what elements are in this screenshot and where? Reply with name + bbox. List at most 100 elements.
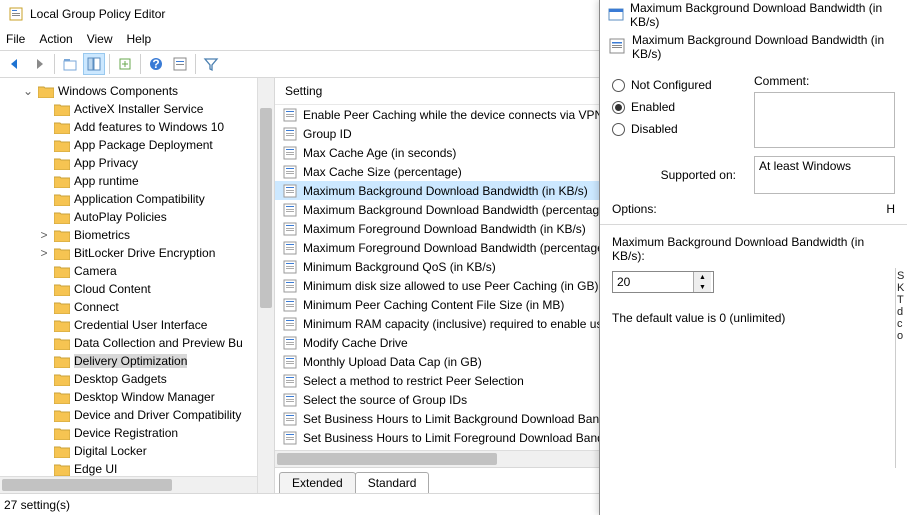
scroll-thumb[interactable]: [2, 479, 172, 491]
dialog-icon: [608, 6, 624, 25]
collapse-icon[interactable]: ⌄: [22, 84, 34, 98]
folder-icon: [54, 445, 70, 458]
help-button[interactable]: ?: [145, 53, 167, 75]
setting-icon: [283, 431, 297, 445]
setting-label: Monthly Upload Data Cap (in GB): [303, 355, 482, 369]
setting-label: Group ID: [303, 127, 352, 141]
statusbar-text: 27 setting(s): [4, 498, 70, 512]
tree-item-label: Edge UI: [74, 462, 117, 476]
setting-icon: [283, 298, 297, 312]
folder-icon: [54, 427, 70, 440]
radio-label: Not Configured: [631, 78, 712, 92]
radio-label: Enabled: [631, 100, 675, 114]
toolbar-separator: [54, 54, 55, 74]
back-button[interactable]: [4, 53, 26, 75]
menu-file[interactable]: File: [6, 32, 25, 46]
expand-icon[interactable]: >: [38, 246, 50, 260]
bandwidth-input[interactable]: [613, 272, 693, 292]
tree-item[interactable]: Application Compatibility: [0, 190, 274, 208]
comment-textarea[interactable]: [754, 92, 895, 148]
setting-label: Minimum disk size allowed to use Peer Ca…: [303, 279, 598, 293]
tree-item[interactable]: >Biometrics: [0, 226, 274, 244]
radio-icon: [612, 101, 625, 114]
tree-item[interactable]: AutoPlay Policies: [0, 208, 274, 226]
expand-icon[interactable]: >: [38, 228, 50, 242]
bandwidth-spinner[interactable]: ▲ ▼: [612, 271, 714, 293]
tree-item-parent[interactable]: ⌄ Windows Components: [0, 82, 274, 100]
window-title: Local Group Policy Editor: [30, 7, 165, 21]
radio-not-configured[interactable]: Not Configured: [612, 74, 742, 96]
tree-item[interactable]: Camera: [0, 262, 274, 280]
tab-standard[interactable]: Standard: [355, 472, 430, 493]
comment-label: Comment:: [754, 74, 895, 88]
radio-disabled[interactable]: Disabled: [612, 118, 742, 140]
folder-icon: [54, 121, 70, 134]
tree-item[interactable]: Desktop Gadgets: [0, 370, 274, 388]
tree-item[interactable]: Add features to Windows 10: [0, 118, 274, 136]
setting-label: Set Business Hours to Limit Background D…: [303, 412, 615, 426]
setting-label: Maximum Background Download Bandwidth (p…: [303, 203, 606, 217]
setting-label: Max Cache Size (percentage): [303, 165, 462, 179]
tree-item[interactable]: Desktop Window Manager: [0, 388, 274, 406]
tab-extended[interactable]: Extended: [279, 472, 356, 493]
tree-item[interactable]: > BitLocker Drive Encryption: [0, 244, 274, 262]
setting-icon: [283, 336, 297, 350]
spinner-up-button[interactable]: ▲: [694, 272, 711, 282]
folder-icon: [54, 409, 70, 422]
tree-item-label: Windows Components: [58, 84, 178, 98]
setting-icon: [283, 184, 297, 198]
setting-label: Minimum RAM capacity (inclusive) require…: [303, 317, 609, 331]
setting-label: Select a method to restrict Peer Selecti…: [303, 374, 524, 388]
tree-item-label: BitLocker Drive Encryption: [74, 246, 215, 260]
default-value-note: The default value is 0 (unlimited): [612, 311, 895, 325]
setting-icon: [283, 317, 297, 331]
menu-help[interactable]: Help: [127, 32, 152, 46]
tree-item[interactable]: App runtime: [0, 172, 274, 190]
tree-item[interactable]: Delivery Optimization: [0, 352, 274, 370]
tree-item-label: Desktop Window Manager: [74, 390, 215, 404]
tree-item-label: ActiveX Installer Service: [74, 102, 203, 116]
menu-action[interactable]: Action: [39, 32, 72, 46]
tree-item[interactable]: Digital Locker: [0, 442, 274, 460]
tree-item[interactable]: App Privacy: [0, 154, 274, 172]
folder-icon: [54, 247, 70, 260]
spinner-down-button[interactable]: ▼: [694, 282, 711, 292]
tree-item-label: Desktop Gadgets: [74, 372, 167, 386]
tree-vscrollbar[interactable]: [257, 78, 274, 493]
scroll-thumb[interactable]: [277, 453, 497, 465]
tree-item[interactable]: Device and Driver Compatibility: [0, 406, 274, 424]
scroll-thumb[interactable]: [260, 108, 272, 308]
export-button[interactable]: [114, 53, 136, 75]
radio-enabled[interactable]: Enabled: [612, 96, 742, 118]
folder-icon: [54, 157, 70, 170]
setting-icon: [283, 279, 297, 293]
menu-view[interactable]: View: [87, 32, 113, 46]
tree-item[interactable]: Device Registration: [0, 424, 274, 442]
tree-item[interactable]: App Package Deployment: [0, 136, 274, 154]
option-field-label: Maximum Background Download Bandwidth (i…: [612, 229, 895, 271]
tree-item[interactable]: Connect: [0, 298, 274, 316]
up-button[interactable]: [59, 53, 81, 75]
tree-hscrollbar[interactable]: [0, 476, 257, 493]
setting-icon: [283, 222, 297, 236]
setting-label: Enable Peer Caching while the device con…: [303, 108, 603, 122]
tree-item-label: Connect: [74, 300, 119, 314]
folder-icon: [54, 355, 70, 368]
tree-item[interactable]: Cloud Content: [0, 280, 274, 298]
tree-pane[interactable]: ⌄ Windows Components ActiveX Installer S…: [0, 78, 275, 493]
tree-item[interactable]: Data Collection and Preview Bu: [0, 334, 274, 352]
show-hide-tree-button[interactable]: [83, 53, 105, 75]
supported-on-label: Supported on:: [612, 168, 742, 182]
tree-item[interactable]: ActiveX Installer Service: [0, 100, 274, 118]
filter-button[interactable]: [200, 53, 222, 75]
folder-icon: [54, 211, 70, 224]
help-pane-strip: S K T d c o: [895, 268, 907, 468]
tree-item-label: Device Registration: [74, 426, 178, 440]
forward-button[interactable]: [28, 53, 50, 75]
properties-button[interactable]: [169, 53, 191, 75]
tree-item-label: Digital Locker: [74, 444, 147, 458]
tree-item-label: Add features to Windows 10: [74, 120, 224, 134]
tree-item[interactable]: Credential User Interface: [0, 316, 274, 334]
divider: [600, 224, 907, 225]
setting-icon: [283, 393, 297, 407]
